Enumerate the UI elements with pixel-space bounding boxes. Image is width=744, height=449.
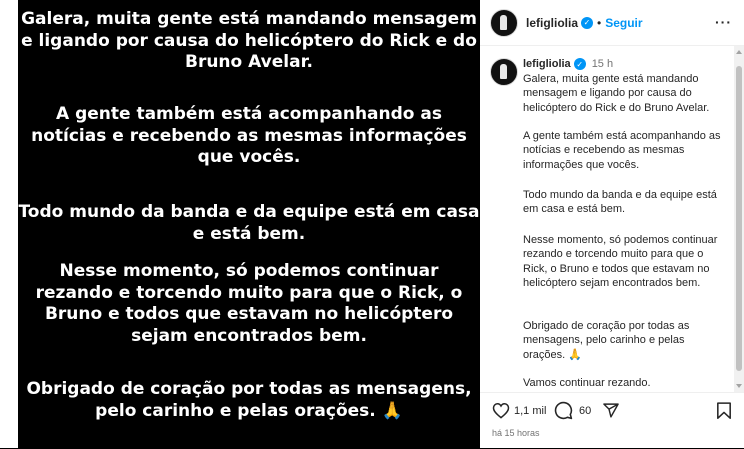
story-paragraph-5: Obrigado de coração por todas as mensage… [26,379,472,421]
caption-scrollbar[interactable] [734,46,744,392]
verified-badge-icon: ✓ [581,16,594,29]
verified-badge-icon: ✓ [573,58,586,70]
follow-button[interactable]: Seguir [605,16,642,30]
caption-paragraph-6: Vamos continuar rezando. [523,377,651,389]
post-actions-bar: 1,1 mil 60 há 15 horas [480,392,744,449]
post-side-panel: lefigliolia ✓ • Seguir ··· lefigliolia ✓… [480,0,744,448]
story-paragraph-1: Galera, muita gente está mandando mensag… [21,9,477,72]
comment-count[interactable]: 60 [579,405,591,417]
caption-time[interactable]: 15 h [592,58,613,70]
left-edge-strip [0,0,18,448]
story-paragraph-3: Todo mundo da banda e da equipe está em … [18,202,480,244]
caption-avatar[interactable] [490,58,518,86]
caption-paragraph-4: Nesse momento, só podemos continuar reza… [523,234,718,289]
username[interactable]: lefigliolia [526,16,578,30]
caption-header: lefigliolia ✓ 15 h [523,58,613,70]
comment-icon[interactable] [554,401,573,420]
caption-paragraph-3: Todo mundo da banda e da equipe está em … [523,189,717,216]
more-options-icon[interactable]: ··· [715,14,732,30]
caption-paragraph-1: Galera, muita gente está mandando mensag… [523,73,710,114]
avatar[interactable] [490,8,518,37]
scroll-down-icon[interactable] [736,384,742,388]
scrollbar-thumb[interactable] [736,66,742,371]
post-header: lefigliolia ✓ • Seguir ··· [480,0,744,46]
story-paragraph-4: Nesse momento, só podemos continuar reza… [35,261,463,346]
caption-username[interactable]: lefigliolia [523,58,571,70]
like-count[interactable]: 1,1 mil [514,405,546,417]
heart-icon[interactable] [492,402,510,419]
caption-paragraph-2: A gente também está acompanhando as notí… [523,130,721,171]
bookmark-icon[interactable] [716,402,732,419]
separator-dot: • [597,15,602,30]
posted-time[interactable]: há 15 horas [492,428,540,438]
story-paragraph-2: A gente também está acompanhando as notí… [31,104,467,167]
share-icon[interactable] [602,402,620,419]
scroll-up-icon[interactable] [736,50,742,54]
caption-area: lefigliolia ✓ 15 h Galera, muita gente e… [480,46,730,392]
story-image: Galera, muita gente está mandando mensag… [18,0,480,448]
caption-paragraph-5: Obrigado de coração por todas as mensage… [523,320,690,361]
